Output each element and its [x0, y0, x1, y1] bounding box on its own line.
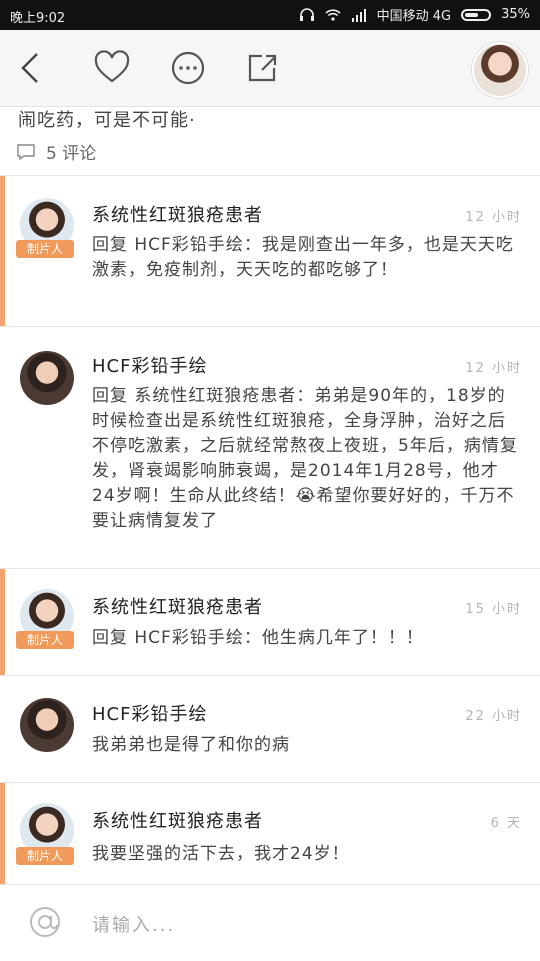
share-button[interactable] — [242, 48, 282, 88]
comment-text: 回复 HCF彩铅手绘：他生病几年了！！！ — [92, 628, 424, 648]
producer-badge: 制片人 — [16, 240, 74, 258]
comment-time: 12 小时 — [465, 210, 522, 225]
post-text: 闹吃药，可是不可能· — [18, 110, 196, 131]
comment-item[interactable]: 制片人 系统性红斑狼疮患者 6 天 我要坚强的活下去，我才24岁！ — [0, 783, 540, 884]
comment-icon — [17, 143, 35, 160]
comment-count-label: 5 评论 — [46, 144, 97, 164]
back-button[interactable] — [12, 48, 52, 88]
status-bar: 晚上9:02 中国移动 4G 35% — [0, 0, 540, 30]
comment-time: 15 小时 — [465, 602, 522, 617]
comment-input[interactable]: 请输入... — [92, 911, 175, 937]
share-icon — [248, 54, 277, 82]
comment-text: 我要坚强的活下去，我才24岁！ — [92, 844, 350, 864]
avatar[interactable] — [20, 351, 74, 405]
comment-time: 6 天 — [490, 816, 522, 831]
more-button[interactable] — [168, 48, 208, 88]
comment-list: 闹吃药，可是不可能· 5 评论 制片人 系统性红斑狼疮患者 12 小时 回复 H… — [0, 106, 540, 884]
comment-item[interactable]: HCF彩铅手绘 22 小时 我弟弟也是得了和你的病 — [0, 676, 540, 783]
comment-item[interactable]: 制片人 系统性红斑狼疮患者 15 小时 回复 HCF彩铅手绘：他生病几年了！！！ — [0, 569, 540, 676]
producer-badge: 制片人 — [16, 631, 74, 649]
comment-item[interactable]: HCF彩铅手绘 12 小时 回复 系统性红斑狼疮患者：弟弟是90年的，18岁的时… — [0, 327, 540, 569]
comment-author[interactable]: HCF彩铅手绘 — [92, 352, 207, 378]
highlight-bar — [0, 176, 5, 326]
wifi-icon — [325, 7, 341, 23]
comment-author[interactable]: HCF彩铅手绘 — [92, 700, 207, 726]
heart-icon — [94, 50, 130, 83]
comment-input-bar: 请输入... — [0, 884, 540, 961]
comment-text: 我弟弟也是得了和你的病 — [92, 735, 290, 755]
status-time: 晚上9:02 — [10, 11, 66, 26]
signal-icon — [351, 7, 367, 23]
back-arrow-icon — [21, 53, 38, 83]
status-right: 中国移动 4G 35% — [299, 5, 530, 24]
battery-icon — [461, 8, 492, 21]
comment-item[interactable]: 制片人 系统性红斑狼疮患者 12 小时 回复 HCF彩铅手绘：我是刚查出一年多，… — [0, 176, 540, 327]
comment-author[interactable]: 系统性红斑狼疮患者 — [92, 807, 263, 833]
comment-text: 回复 系统性红斑狼疮患者：弟弟是90年的，18岁的时候检查出是系统性红斑狼疮，全… — [92, 386, 518, 531]
highlight-bar — [0, 783, 5, 884]
top-toolbar — [0, 30, 540, 107]
producer-badge: 制片人 — [16, 847, 74, 865]
post-snippet: 闹吃药，可是不可能· 5 评论 — [0, 106, 540, 176]
like-button[interactable] — [92, 48, 132, 88]
more-dots-icon — [171, 51, 205, 85]
highlight-bar — [0, 569, 5, 675]
carrier-label: 中国移动 4G — [376, 9, 452, 24]
comment-author[interactable]: 系统性红斑狼疮患者 — [92, 201, 263, 227]
comment-time: 12 小时 — [465, 361, 522, 376]
user-avatar[interactable] — [472, 42, 528, 98]
comment-time: 22 小时 — [465, 709, 522, 724]
avatar[interactable] — [20, 698, 74, 752]
comment-count[interactable]: 5 评论 — [16, 139, 96, 164]
headphone-icon — [299, 7, 315, 23]
comment-text: 回复 HCF彩铅手绘：我是刚查出一年多，也是天天吃激素，免疫制剂，天天吃的都吃够… — [92, 235, 514, 280]
comment-author[interactable]: 系统性红斑狼疮患者 — [92, 593, 263, 619]
at-mention-icon[interactable] — [28, 905, 62, 939]
battery-level: 35% — [501, 7, 530, 22]
